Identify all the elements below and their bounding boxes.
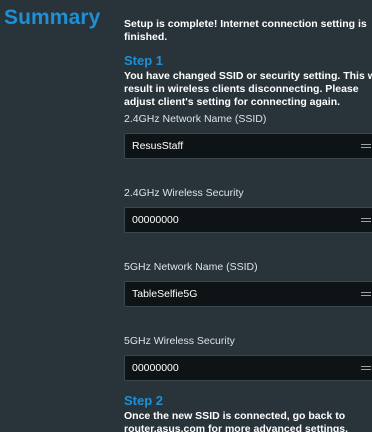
setup-complete-message: Setup is complete! Internet connection s… <box>124 18 367 43</box>
menu-icon <box>361 366 371 370</box>
step-1-line: result in wireless clients disconnecting… <box>124 83 359 95</box>
field-label-24ghz-security: 2.4GHz Wireless Security <box>124 187 244 199</box>
step-1-text: You have changed SSID or security settin… <box>124 70 372 109</box>
security-24ghz-field[interactable]: 00000000 <box>124 207 372 233</box>
menu-icon <box>361 218 371 222</box>
setup-summary-page: Summary Setup is complete! Internet conn… <box>0 0 372 432</box>
security-24ghz-value: 00000000 <box>132 214 179 226</box>
ssid-24ghz-field[interactable]: ResusStaff <box>124 133 372 159</box>
ssid-5ghz-value: TableSelfie5G <box>132 288 198 300</box>
step-1-title: Step 1 <box>124 53 164 68</box>
menu-icon <box>361 144 371 148</box>
ssid-5ghz-field[interactable]: TableSelfie5G <box>124 281 372 307</box>
field-label-24ghz-ssid: 2.4GHz Network Name (SSID) <box>124 113 267 125</box>
step-2-title: Step 2 <box>124 393 164 408</box>
menu-icon <box>361 292 371 296</box>
ssid-24ghz-value: ResusStaff <box>132 140 184 152</box>
security-5ghz-field[interactable]: 00000000 <box>124 355 372 381</box>
step-1-line: You have changed SSID or security settin… <box>124 70 372 82</box>
step-2-line: router.asus.com for more advanced settin… <box>124 423 349 432</box>
step-2-line: Once the new SSID is connected, go back … <box>124 410 346 422</box>
summary-title: Summary <box>4 6 101 29</box>
step-1-line: adjust client's setting for connecting a… <box>124 96 341 108</box>
security-5ghz-value: 00000000 <box>132 362 179 374</box>
field-label-5ghz-ssid: 5GHz Network Name (SSID) <box>124 261 258 273</box>
step-2-text: Once the new SSID is connected, go back … <box>124 410 372 432</box>
summary-content: Setup is complete! Internet connection s… <box>124 18 372 432</box>
field-label-5ghz-security: 5GHz Wireless Security <box>124 335 235 347</box>
